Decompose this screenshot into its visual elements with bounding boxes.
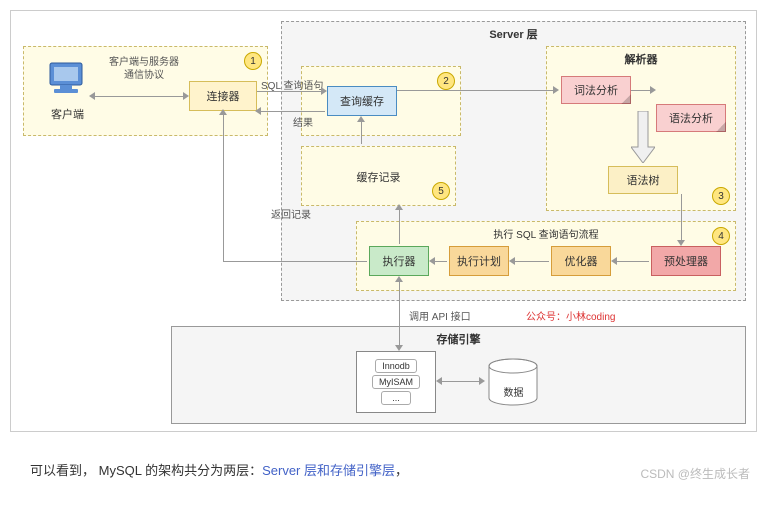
parser-label: 解析器 bbox=[625, 51, 658, 67]
badge-1: 1 bbox=[244, 52, 262, 70]
engine-myisam: MyISAM bbox=[372, 375, 420, 389]
sql-query-label: SQL 查询语句 bbox=[261, 77, 323, 92]
group-5-cache-record: 缓存记录 5 bbox=[301, 146, 456, 206]
flow-label: 执行 SQL 查询语句流程 bbox=[493, 226, 598, 241]
plan-box: 执行计划 bbox=[449, 246, 509, 276]
watermark: CSDN @终生成长者 bbox=[640, 465, 750, 482]
lexical-box: 词法分析 bbox=[561, 76, 631, 104]
executor-box: 执行器 bbox=[369, 246, 429, 276]
storage-engine-group: 存储引擎 bbox=[171, 326, 746, 424]
connector-box: 连接器 bbox=[189, 81, 257, 111]
credit-label: 公众号：小林coding bbox=[526, 308, 615, 323]
caption: 可以看到， MySQL 的架构共分为两层：Server 层和存储引擎层， bbox=[30, 460, 408, 479]
badge-2: 2 bbox=[437, 72, 455, 90]
server-layer-label: Server 层 bbox=[489, 26, 537, 42]
badge-3: 3 bbox=[712, 187, 730, 205]
optimizer-box: 优化器 bbox=[551, 246, 611, 276]
result-label: 结果 bbox=[293, 114, 313, 129]
badge-5: 5 bbox=[432, 182, 450, 200]
return-record-label: 返回记录 bbox=[271, 206, 311, 221]
syntax-box: 语法分析 bbox=[656, 104, 726, 132]
api-call-label: 调用 API 接口 bbox=[409, 308, 471, 323]
query-cache-box: 查询缓存 bbox=[327, 86, 397, 116]
engine-innodb: Innodb bbox=[375, 359, 417, 373]
protocol-label: 客户端与服务器 通信协议 bbox=[99, 56, 189, 82]
syntax-tree-box: 语法树 bbox=[608, 166, 678, 194]
client-icon bbox=[46, 61, 86, 96]
data-cylinder: 数据 bbox=[486, 356, 541, 411]
client-label: 客户端 bbox=[51, 106, 84, 122]
badge-4: 4 bbox=[712, 227, 730, 245]
engine-other: ... bbox=[381, 391, 411, 405]
storage-label: 存储引擎 bbox=[437, 331, 481, 347]
outer-frame: Server 层 1 客户端 客户端与服务器 通信协议 连接器 2 查询缓存 解… bbox=[10, 10, 757, 432]
cache-record-label: 缓存记录 bbox=[357, 169, 401, 185]
engines-box: Innodb MyISAM ... bbox=[356, 351, 436, 413]
fat-arrow-down bbox=[631, 111, 655, 166]
preprocessor-box: 预处理器 bbox=[651, 246, 721, 276]
